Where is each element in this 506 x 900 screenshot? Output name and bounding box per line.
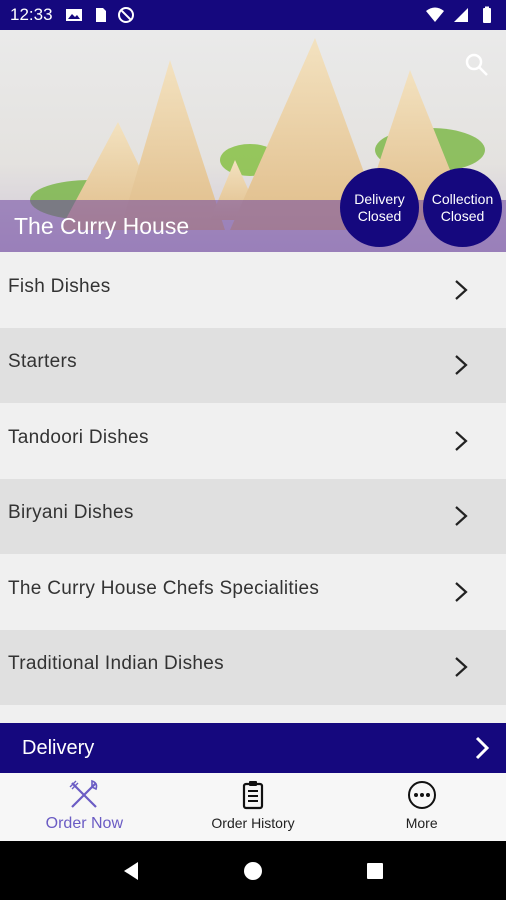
- status-time: 12:33: [10, 5, 53, 24]
- image-icon: [65, 9, 82, 21]
- menu-item-label: Fish Dishes: [8, 275, 111, 297]
- restaurant-name: The Curry House: [14, 213, 190, 239]
- nav-more[interactable]: More: [337, 773, 506, 841]
- delivery-status-badge: Delivery Closed: [340, 168, 419, 247]
- fork-knife-icon: [69, 779, 98, 808]
- home-icon[interactable]: [241, 859, 265, 883]
- menu-category-list: Fish Dishes Starters Tandoori Dishes Bir…: [0, 252, 506, 705]
- nav-label: Order History: [211, 815, 295, 831]
- status-icons-right: [426, 6, 496, 24]
- menu-item-chefs-specialities[interactable]: The Curry House Chefs Specialities: [0, 554, 506, 630]
- delivery-mode-bar[interactable]: Delivery: [0, 723, 506, 773]
- chevron-right-icon: [455, 581, 468, 602]
- menu-item-fish-dishes[interactable]: Fish Dishes: [0, 252, 506, 328]
- sim-card-icon: [95, 8, 106, 22]
- hero-banner: The Curry House Delivery Closed Collecti…: [0, 30, 506, 252]
- chevron-right-icon: [455, 657, 468, 678]
- chevron-right-icon: [455, 279, 468, 300]
- menu-item-label: Starters: [8, 351, 77, 373]
- chevron-right-icon: [455, 355, 468, 376]
- back-icon[interactable]: [119, 859, 143, 883]
- recents-icon[interactable]: [363, 859, 387, 883]
- delivery-mode-label: Delivery: [22, 736, 95, 759]
- menu-item-label: Traditional Indian Dishes: [8, 653, 224, 675]
- menu-item-label: Tandoori Dishes: [8, 426, 149, 448]
- menu-list-spacer: [0, 705, 506, 723]
- nav-label: More: [405, 815, 438, 831]
- battery-icon: [483, 6, 491, 23]
- wifi-icon: [426, 7, 444, 22]
- do-not-disturb-icon: [117, 7, 134, 23]
- menu-item-traditional-indian-dishes[interactable]: Traditional Indian Dishes: [0, 629, 506, 705]
- status-bar: 12:33: [0, 0, 506, 30]
- signal-icon: [454, 8, 468, 22]
- menu-item-biryani-dishes[interactable]: Biryani Dishes: [0, 478, 506, 554]
- more-icon: [407, 781, 436, 809]
- collection-status-badge: Collection Closed: [423, 168, 502, 247]
- nav-order-history[interactable]: Order History: [169, 773, 338, 841]
- search-icon[interactable]: [464, 52, 490, 78]
- system-navigation-bar: [0, 841, 506, 900]
- menu-item-label: Biryani Dishes: [8, 502, 134, 524]
- nav-order-now[interactable]: Order Now: [0, 773, 169, 841]
- bottom-navigation: Order Now Order History More: [0, 773, 506, 841]
- chevron-right-icon: [455, 430, 468, 451]
- menu-item-tandoori-dishes[interactable]: Tandoori Dishes: [0, 403, 506, 479]
- chevron-right-icon: [475, 736, 490, 760]
- clipboard-icon: [242, 781, 264, 810]
- menu-item-label: The Curry House Chefs Specialities: [8, 577, 320, 599]
- chevron-right-icon: [455, 506, 468, 527]
- nav-label: Order Now: [45, 815, 124, 832]
- status-icons-left: [65, 6, 135, 24]
- menu-item-starters[interactable]: Starters: [0, 327, 506, 403]
